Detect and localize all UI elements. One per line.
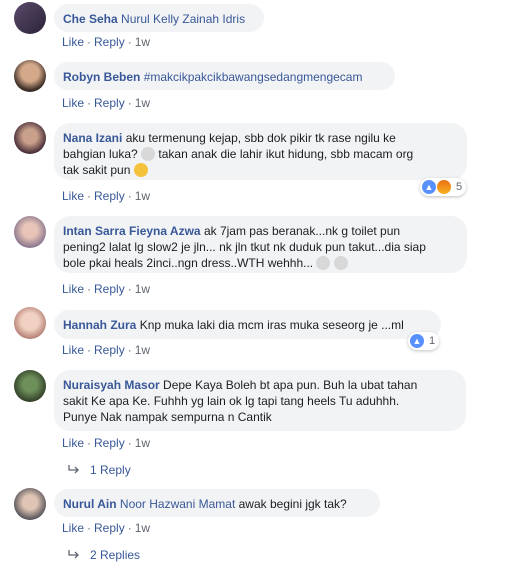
avatar[interactable] — [14, 216, 46, 248]
comment-bubble: Nurul Ain Noor Hazwani Mamat awak begini… — [54, 489, 380, 517]
like-link[interactable]: Like — [62, 521, 84, 535]
comment-actions: Like · Reply · 1w — [62, 96, 151, 110]
avatar[interactable] — [14, 488, 46, 520]
reply-arrow-icon — [68, 465, 79, 474]
comment-text: awak begini jgk tak? — [238, 497, 347, 511]
reaction-summary[interactable]: ▲ 5 — [420, 178, 467, 196]
woman-icon — [316, 256, 331, 270]
comment-mention[interactable]: Noor Hazwani Mamat — [120, 497, 235, 511]
like-link[interactable]: Like — [62, 343, 84, 357]
view-replies-link[interactable]: 2 Replies — [68, 548, 140, 562]
comment-author[interactable]: Hannah Zura — [63, 318, 136, 332]
timestamp[interactable]: 1w — [135, 96, 150, 110]
angry-reaction-icon — [437, 180, 451, 194]
reply-arrow-icon — [68, 550, 79, 559]
comment-bubble: Che Seha Nurul Kelly Zainah Idris — [54, 4, 264, 32]
comment-bubble: Intan Sarra Fieyna Azwa ak 7jam pas bera… — [54, 216, 467, 273]
comment-text-line3: bole pkai heals 2inci..ngn dress..WTH we… — [63, 256, 314, 270]
reply-link[interactable]: Reply — [94, 96, 125, 110]
comment-author[interactable]: Robyn Beben — [63, 70, 140, 84]
comment-text: Knp muka laki dia mcm iras muka seseorg … — [139, 318, 404, 332]
reply-link[interactable]: Reply — [94, 189, 125, 203]
like-link[interactable]: Like — [62, 96, 84, 110]
avatar[interactable] — [14, 2, 46, 34]
comment-actions: Like · Reply · 1w — [62, 436, 151, 450]
avatar[interactable] — [14, 370, 46, 402]
like-link[interactable]: Like — [62, 35, 84, 49]
comment-actions: Like · Reply · 1w — [62, 282, 151, 296]
comment-author[interactable]: Nurul Ain — [63, 497, 117, 511]
comment-author[interactable]: Intan Sarra Fieyna Azwa — [63, 224, 201, 238]
reply-link[interactable]: Reply — [94, 436, 125, 450]
timestamp[interactable]: 1w — [135, 343, 150, 357]
avatar[interactable] — [14, 60, 46, 92]
avatar[interactable] — [14, 307, 46, 339]
comment-author[interactable]: Che Seha — [63, 12, 118, 26]
timestamp[interactable]: 1w — [135, 282, 150, 296]
comment-text-line3: Punye Nak nampak sempurna n Cantik — [63, 410, 272, 424]
comment-author[interactable]: Nuraisyah Masor — [63, 378, 160, 392]
like-reaction-icon: ▲ — [410, 334, 424, 348]
view-replies-link[interactable]: 1 Reply — [68, 463, 131, 477]
timestamp[interactable]: 1w — [135, 436, 150, 450]
comment-actions: Like · Reply · 1w — [62, 343, 151, 357]
comment-author[interactable]: Nana Izani — [63, 131, 122, 145]
timestamp[interactable]: 1w — [135, 521, 150, 535]
comment-actions: Like · Reply · 1w — [62, 35, 151, 49]
avatar[interactable] — [14, 122, 46, 154]
comment-text-line1: Depe Kaya Boleh bt apa pun. Buh la ubat … — [163, 378, 418, 392]
crying-face-icon — [141, 147, 156, 161]
hashtag-link[interactable]: #makcikpakcikbawangsedangmengecam — [144, 70, 363, 84]
reply-link[interactable]: Reply — [94, 521, 125, 535]
woman-icon — [333, 256, 348, 270]
reply-link[interactable]: Reply — [94, 35, 125, 49]
comment-bubble: Hannah Zura Knp muka laki dia mcm iras m… — [54, 310, 441, 339]
like-link[interactable]: Like — [62, 189, 84, 203]
comment-mention[interactable]: Nurul Kelly Zainah Idris — [121, 12, 245, 26]
comment-bubble: Nana Izani aku termenung kejap, sbb dok … — [54, 123, 467, 180]
reaction-count: 5 — [456, 181, 463, 193]
comment-actions: Like · Reply · 1w — [62, 521, 151, 535]
comment-text-line2: sakit Ke apa Ke. Fuhhh yg lain ok lg tap… — [63, 394, 400, 408]
replies-count[interactable]: 2 Replies — [90, 548, 140, 562]
reply-link[interactable]: Reply — [94, 343, 125, 357]
replies-count[interactable]: 1 Reply — [90, 463, 131, 477]
like-link[interactable]: Like — [62, 436, 84, 450]
comment-text-line1: aku termenung kejap, sbb dok pikir tk ra… — [125, 131, 396, 145]
reply-link[interactable]: Reply — [94, 282, 125, 296]
comment-text-line1: ak 7jam pas beranak...nk g toilet pun — [203, 224, 401, 238]
comment-bubble: Nuraisyah Masor Depe Kaya Boleh bt apa p… — [54, 370, 466, 431]
reaction-count: 1 — [429, 335, 436, 347]
comment-text-line2b: takan anak die lahir ikut hidung, sbb ma… — [158, 147, 414, 161]
timestamp[interactable]: 1w — [135, 35, 150, 49]
reaction-summary[interactable]: ▲ 1 — [408, 332, 440, 350]
comment-text-line2: pening2 lalat lg slow2 je jln... nk jln … — [63, 240, 426, 254]
timestamp[interactable]: 1w — [135, 189, 150, 203]
like-reaction-icon: ▲ — [422, 180, 436, 194]
comment-bubble: Robyn Beben #makcikpakcikbawangsedangmen… — [54, 62, 395, 90]
like-link[interactable]: Like — [62, 282, 84, 296]
comment-actions: Like · Reply · 1w — [62, 189, 151, 203]
comment-text-line2a: bahgian luka? — [63, 147, 138, 161]
worried-face-icon — [133, 163, 148, 177]
comment-text-line3: tak sakit pun — [63, 163, 131, 177]
